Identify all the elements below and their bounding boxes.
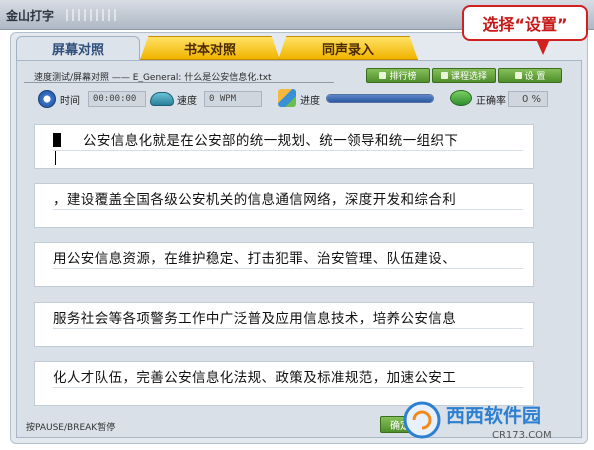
typing-input[interactable] <box>53 209 523 225</box>
watermark-brand: 西西软件园 <box>446 404 541 427</box>
reference-text: 公安信息化就是在公安部的统一规划、统一领导和统一组织下 <box>53 129 458 149</box>
course-button-label: 课程选择 <box>450 72 487 82</box>
time-value: 00:00:00 <box>88 91 146 107</box>
progress-label: 进度 <box>300 95 320 107</box>
reference-text-content: 公安信息化就是在公安部的统一规划、统一领导和统一组织下 <box>83 133 459 149</box>
watermark-domain: CR173.COM <box>492 430 552 441</box>
gear-icon <box>514 72 522 79</box>
progress-bar <box>326 94 434 103</box>
typing-input[interactable] <box>53 150 523 166</box>
clock-icon <box>38 90 56 108</box>
rank-button[interactable]: 排行榜 <box>366 68 430 83</box>
speed-value: 0 WPM <box>204 91 262 107</box>
time-label: 时间 <box>60 95 80 107</box>
watermark-icon <box>403 401 441 439</box>
input-caret <box>55 151 56 165</box>
accuracy-icon <box>450 90 472 106</box>
rank-icon <box>379 72 387 79</box>
reference-text: 服务社会等各项警务工作中广泛普及应用信息技术，培养公安信息 <box>53 311 457 327</box>
speedometer-icon <box>150 92 174 106</box>
reference-text: 用公安信息资源，在维护稳定、打击犯罪、治安管理、队伍建设、 <box>53 251 457 267</box>
title-bar-grip <box>66 9 116 21</box>
rank-button-label: 排行榜 <box>389 72 417 82</box>
accuracy-label: 正确率 <box>476 95 506 107</box>
app-title: 金山打字 <box>6 9 55 23</box>
settings-button[interactable]: 设 置 <box>498 68 562 83</box>
pause-hint: 按PAUSE/BREAK暂停 <box>26 423 116 433</box>
course-select-button[interactable]: 课程选择 <box>432 68 496 83</box>
progress-icon <box>278 89 296 107</box>
typing-input[interactable] <box>53 268 523 284</box>
reference-text: ，建设覆盖全国各级公安机关的信息通信网络，深度开发和综合利 <box>53 192 457 208</box>
tab-screen-compare[interactable]: 屏幕对照 <box>16 36 140 60</box>
speed-label: 速度 <box>177 95 197 107</box>
text-cursor <box>53 133 61 147</box>
settings-button-label: 设 置 <box>524 72 546 82</box>
typing-line: ，建设覆盖全国各级公安机关的信息通信网络，深度开发和综合利 <box>34 183 534 228</box>
tab-book-compare[interactable]: 书本对照 <box>140 36 280 60</box>
typing-line: 服务社会等各项警务工作中广泛普及应用信息技术，培养公安信息 <box>34 302 534 347</box>
watermark-logo: 西西软件园 CR173.COM <box>403 401 552 441</box>
reference-text: 化人才队伍，完善公安信息化法规、政策及标准规范，加速公安工 <box>53 370 457 386</box>
book-icon <box>440 72 448 79</box>
typing-line: 用公安信息资源，在维护稳定、打击犯罪、治安管理、队伍建设、 <box>34 242 534 287</box>
divider <box>24 82 334 83</box>
typing-input[interactable] <box>53 328 523 344</box>
typing-line: 公安信息化就是在公安部的统一规划、统一领导和统一组织下 <box>34 124 534 169</box>
accuracy-value: 0 % <box>508 91 548 107</box>
tab-dictation[interactable]: 同声录入 <box>278 36 418 60</box>
callout-pointer <box>536 39 550 55</box>
progress-bar-fill <box>327 95 433 102</box>
callout-annotation: 选择“设置” <box>462 5 588 41</box>
